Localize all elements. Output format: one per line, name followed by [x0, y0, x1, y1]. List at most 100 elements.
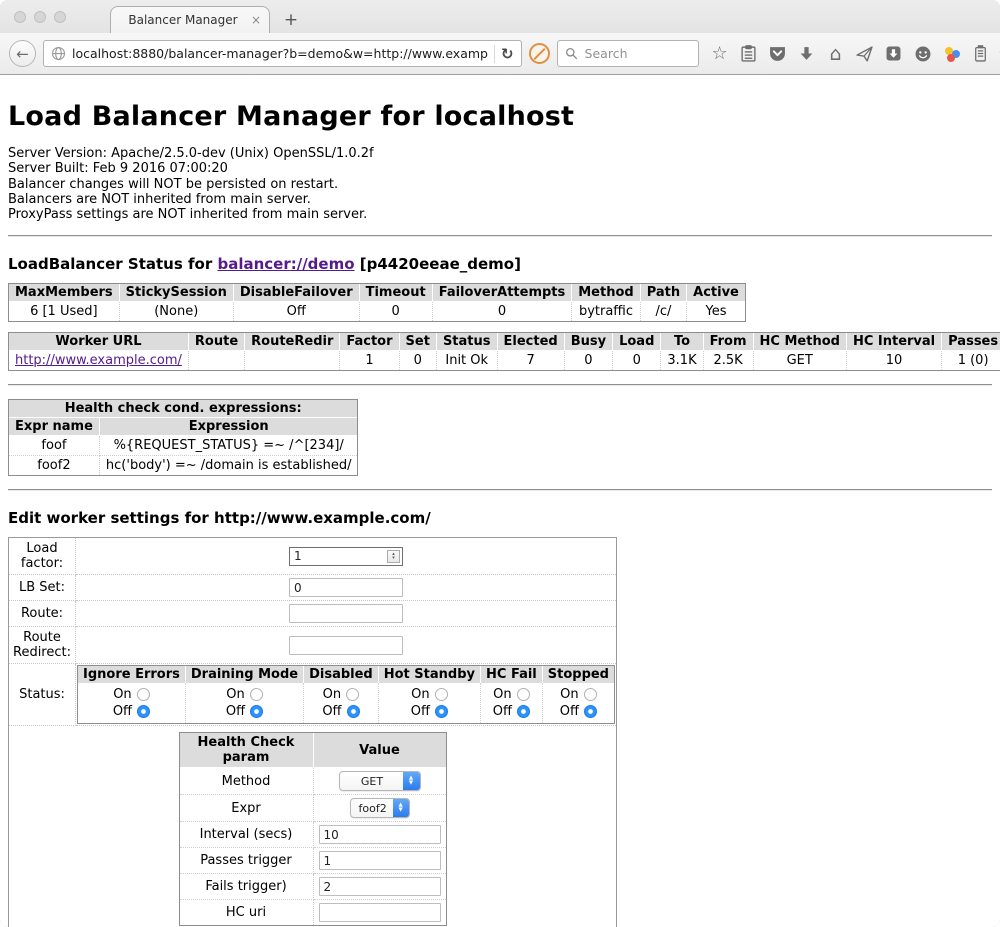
globe-icon: [51, 46, 66, 61]
table-row: Passes trigger: [180, 848, 446, 874]
hc-uri-input[interactable]: [319, 903, 441, 922]
radio-disabled-off[interactable]: [347, 705, 360, 718]
worker-url-link[interactable]: http://www.example.com/: [15, 353, 182, 368]
divider: [8, 384, 992, 386]
hc-method-select[interactable]: GET ▲▼: [339, 771, 421, 791]
search-input[interactable]: [583, 45, 683, 62]
table-row: Expr foof2 ▲▼: [180, 795, 446, 822]
load-factor-input[interactable]: [289, 547, 403, 566]
worker-settings-form: Load factor: ▴▾ LB Set: Route: Route Red…: [8, 537, 617, 927]
feedback-smiley-icon[interactable]: [913, 44, 933, 64]
page-title: Load Balancer Manager for localhost: [8, 101, 992, 132]
url-bar[interactable]: localhost:8880/balancer-manager?b=demo&w…: [43, 40, 522, 67]
reload-icon[interactable]: ↻: [501, 45, 514, 63]
browser-window: Balancer Manager × + ← localhost:8880/ba…: [0, 0, 1000, 927]
window-controls: [14, 11, 66, 23]
table-header-row: Expr name Expression: [9, 418, 357, 436]
url-text: localhost:8880/balancer-manager?b=demo&w…: [72, 46, 488, 61]
table-row: foof2 hc('body') =~ /domain is establish…: [9, 456, 357, 475]
table-row: foof %{REQUEST_STATUS} =~ /^[234]/: [9, 436, 357, 456]
new-tab-button[interactable]: +: [278, 10, 304, 30]
expr-table-title: Health check cond. expressions:: [9, 400, 357, 418]
health-check-param-table: Health Check param Value Method GET ▲▼: [179, 732, 447, 926]
inherit-notice-line: Balancers are NOT inherited from main se…: [8, 192, 992, 207]
tab-bar: Balancer Manager × +: [0, 0, 1000, 33]
radio-ignore-errors-off[interactable]: [137, 705, 150, 718]
balancer-demo-link[interactable]: balancer://demo: [217, 255, 354, 273]
save-panel-icon[interactable]: [884, 44, 904, 64]
reading-list-icon[interactable]: [739, 44, 759, 64]
colored-dots-extension-icon[interactable]: [942, 44, 962, 64]
table-row: Interval (secs): [180, 822, 446, 848]
hc-expr-select[interactable]: foof2 ▲▼: [350, 798, 410, 818]
persist-notice-line: Balancer changes will NOT be persisted o…: [8, 177, 992, 192]
divider: [8, 489, 992, 491]
navigation-toolbar: ← localhost:8880/balancer-manager?b=demo…: [0, 33, 1000, 75]
downloads-icon[interactable]: [797, 44, 817, 64]
home-icon[interactable]: ⌂: [826, 44, 846, 64]
form-row-health-check: Health Check param Value Method GET ▲▼: [9, 726, 616, 927]
table-row: HC uri: [180, 900, 446, 925]
table-header-row: Health Check param Value: [180, 733, 446, 768]
server-built-line: Server Built: Feb 9 2016 07:00:20: [8, 161, 992, 176]
table-row: 6 [1 Used] (None) Off 0 0 bytraffic /c/ …: [9, 302, 745, 321]
search-icon: [565, 47, 578, 60]
send-plane-icon[interactable]: [855, 44, 875, 64]
table-header-row: Ignore Errors Draining Mode Disabled Hot…: [78, 666, 614, 683]
radio-disabled-on[interactable]: [346, 688, 359, 701]
form-row-route-redirect: Route Redirect:: [9, 627, 616, 664]
minimize-window-button[interactable]: [34, 11, 46, 23]
form-row-route: Route:: [9, 601, 616, 627]
radio-stopped-off[interactable]: [584, 705, 597, 718]
table-row: Method GET ▲▼: [180, 768, 446, 795]
table-header-row: Worker URL Route RouteRedir Factor Set S…: [9, 333, 1000, 351]
route-input[interactable]: [289, 604, 403, 623]
table-header-row: MaxMembers StickySession DisableFailover…: [9, 284, 745, 302]
status-label: Status:: [9, 664, 76, 726]
close-window-button[interactable]: [14, 11, 26, 23]
loadbalancer-status-heading: LoadBalancer Status for balancer://demo …: [8, 255, 992, 273]
tab-close-icon[interactable]: ×: [247, 13, 261, 27]
divider: [8, 235, 992, 237]
server-info: Server Version: Apache/2.5.0-dev (Unix) …: [8, 146, 992, 222]
hc-fails-input[interactable]: [319, 877, 441, 896]
lb-set-input[interactable]: [289, 578, 403, 597]
radio-hc-fail-on[interactable]: [517, 688, 530, 701]
bookmark-star-icon[interactable]: ☆: [710, 44, 730, 64]
form-row-status: Status: Ignore Errors Draining Mode Disa…: [9, 664, 616, 726]
worker-status-table: Worker URL Route RouteRedir Factor Set S…: [8, 332, 1000, 371]
status-radio-table: Ignore Errors Draining Mode Disabled Hot…: [77, 665, 615, 724]
radio-stopped-on[interactable]: [584, 688, 597, 701]
radio-draining-mode-off[interactable]: [250, 705, 263, 718]
page-content: Load Balancer Manager for localhost Serv…: [0, 75, 1000, 927]
radio-ignore-errors-on[interactable]: [137, 688, 150, 701]
server-version-line: Server Version: Apache/2.5.0-dev (Unix) …: [8, 146, 992, 161]
hc-passes-input[interactable]: [319, 851, 441, 870]
radio-hot-standby-on[interactable]: [435, 688, 448, 701]
tab-balancer-manager[interactable]: Balancer Manager ×: [110, 6, 270, 33]
number-stepper-icon[interactable]: ▴▾: [387, 550, 400, 563]
select-chevrons-icon: ▲▼: [403, 772, 420, 790]
balancer-status-table: MaxMembers StickySession DisableFailover…: [8, 283, 746, 322]
pocket-icon[interactable]: [768, 44, 788, 64]
select-chevrons-icon: ▲▼: [393, 799, 409, 817]
health-check-expressions-table: Health check cond. expressions: Expr nam…: [8, 399, 358, 476]
table-row: Fails trigger): [180, 874, 446, 900]
back-button[interactable]: ←: [9, 40, 36, 67]
hc-interval-input[interactable]: [319, 825, 441, 844]
edit-worker-heading: Edit worker settings for http://www.exam…: [8, 509, 992, 527]
radio-hc-fail-off[interactable]: [517, 705, 530, 718]
radio-draining-mode-on[interactable]: [250, 688, 263, 701]
toolbar-icons: ☆ ⌂: [710, 44, 1000, 64]
battery-extension-icon[interactable]: [971, 44, 991, 64]
content-blocker-icon[interactable]: [529, 43, 550, 64]
tab-title: Balancer Manager: [119, 13, 247, 27]
search-box[interactable]: [557, 40, 699, 67]
route-redirect-input[interactable]: [289, 636, 403, 655]
radio-hot-standby-off[interactable]: [435, 705, 448, 718]
zoom-window-button[interactable]: [54, 11, 66, 23]
table-row: http://www.example.com/ 1 0 Init Ok 7 0 …: [9, 351, 1000, 370]
proxypass-notice-line: ProxyPass settings are NOT inherited fro…: [8, 207, 992, 222]
form-row-lb-set: LB Set:: [9, 575, 616, 601]
form-row-load-factor: Load factor: ▴▾: [9, 538, 616, 575]
